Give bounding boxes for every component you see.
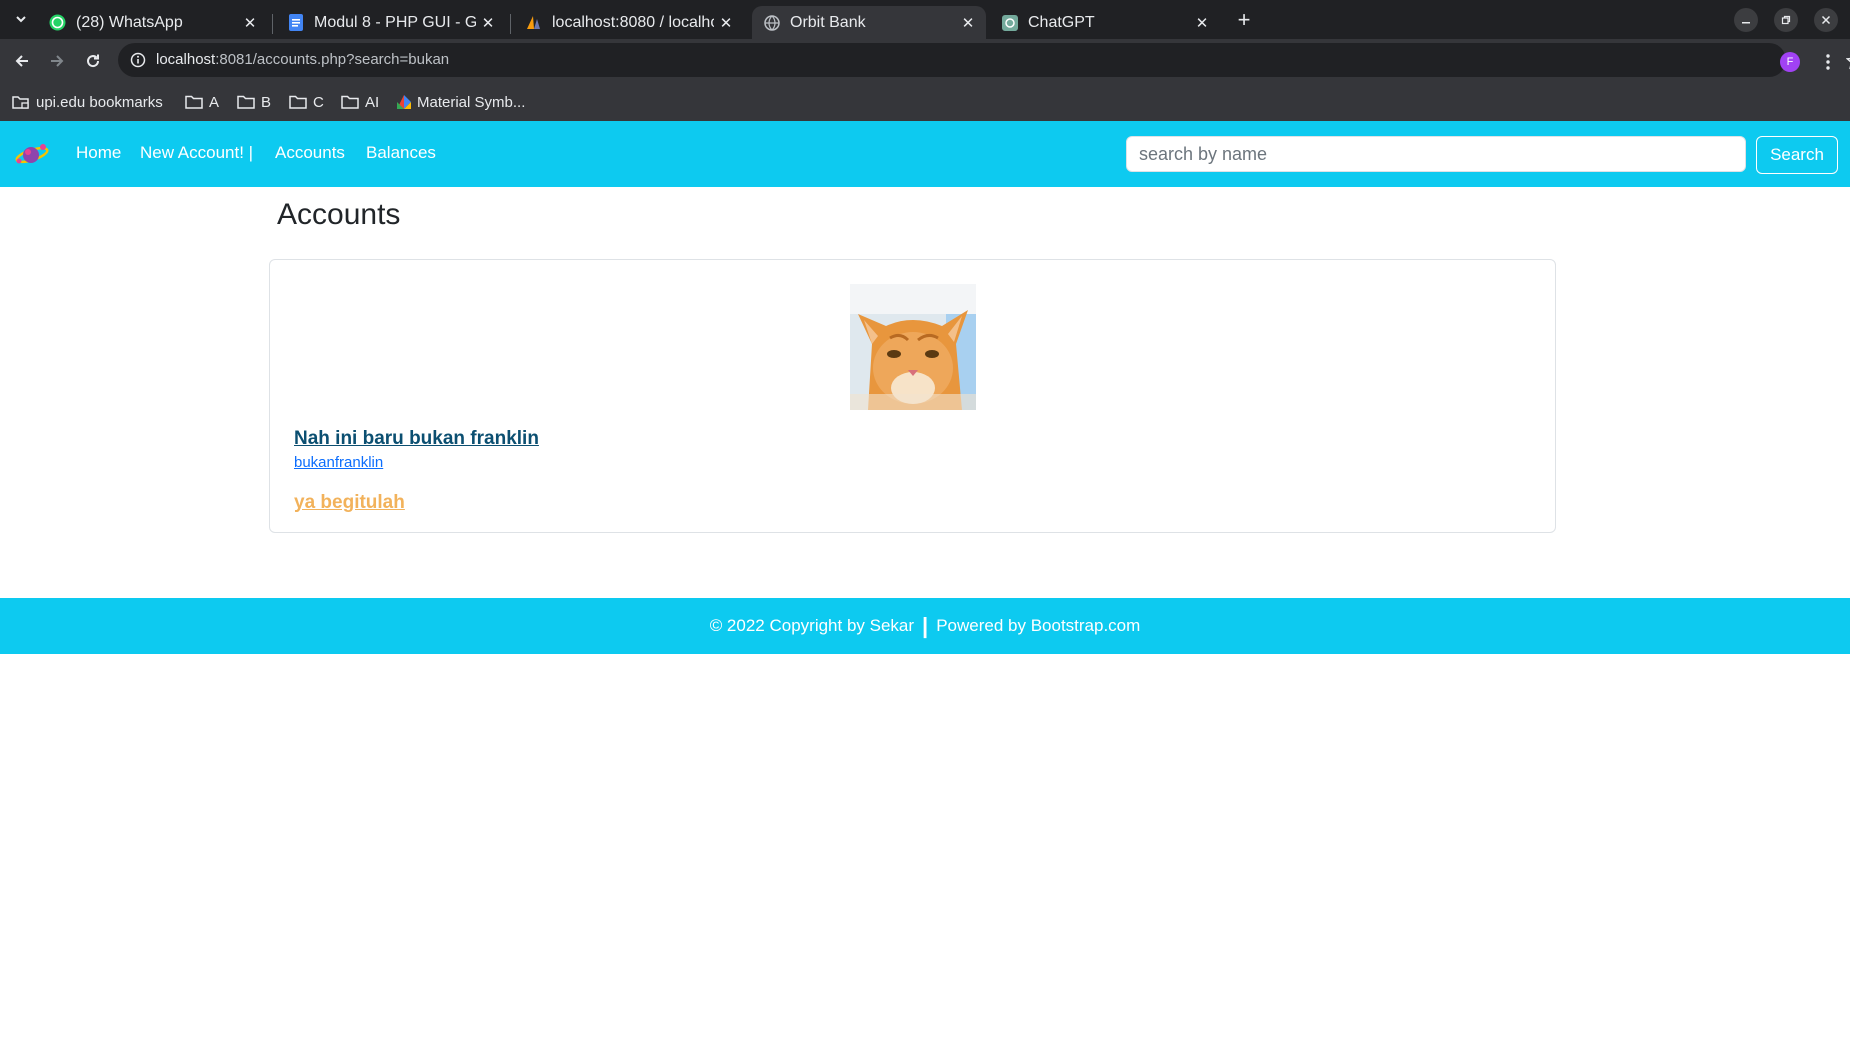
close-icon (1821, 15, 1831, 25)
site-footer: © 2022 Copyright by Sekar | Powered by B… (0, 598, 1850, 654)
url-host: localhost (156, 51, 216, 68)
info-icon[interactable] (130, 52, 146, 68)
close-icon[interactable]: ✕ (956, 11, 980, 35)
nav-balances[interactable]: Balances (366, 143, 436, 163)
managed-folder-icon (12, 95, 30, 110)
url-text: localhost:8081/accounts.php?search=bukan (156, 51, 449, 68)
forward-button[interactable] (41, 45, 73, 77)
material-icon (397, 95, 411, 109)
search-button[interactable]: Search (1756, 136, 1838, 174)
bookmark-label: AI (365, 93, 380, 111)
minimize-icon (1742, 22, 1750, 24)
nav-home[interactable]: Home (76, 143, 121, 163)
close-icon[interactable]: ✕ (1190, 11, 1214, 35)
back-button[interactable] (6, 45, 38, 77)
globe-icon (763, 14, 780, 31)
account-note-link[interactable]: ya begitulah (294, 492, 405, 514)
chatgpt-icon (1001, 14, 1018, 31)
bookmark-folder-a[interactable]: A (185, 91, 219, 113)
reload-icon (87, 54, 100, 68)
arrow-right-icon (51, 55, 64, 67)
tab-title: Modul 8 - PHP GUI - Goo (314, 13, 476, 31)
close-icon[interactable]: ✕ (238, 11, 262, 35)
reload-button[interactable] (77, 45, 109, 77)
browser-tab-docs[interactable]: Modul 8 - PHP GUI - Goo ✕ (276, 6, 506, 39)
tab-title: (28) WhatsApp (76, 13, 183, 31)
tab-title: ChatGPT (1028, 13, 1095, 31)
tab-title: localhost:8080 / localhos (552, 13, 714, 31)
folder-icon (237, 95, 255, 109)
bookmark-folder-ai[interactable]: AI (341, 91, 379, 113)
footer-separator: | (922, 613, 929, 638)
browser-menu-button[interactable] (1818, 50, 1838, 74)
whatsapp-icon (49, 14, 66, 31)
bookmark-folder-b[interactable]: B (237, 91, 271, 113)
star-icon[interactable] (1846, 52, 1850, 70)
browser-tab-bar: (28) WhatsApp ✕ Modul 8 - PHP GUI - Goo … (0, 0, 1850, 39)
close-window-button[interactable] (1814, 8, 1838, 32)
account-card: Nah ini baru bukan franklin bukanfrankli… (269, 259, 1556, 533)
address-bar[interactable]: localhost:8081/accounts.php?search=bukan (118, 43, 1850, 77)
plus-icon: + (1237, 7, 1251, 32)
chevron-down-icon (16, 16, 26, 23)
restore-icon (1781, 15, 1791, 25)
browser-tab-phpmyadmin[interactable]: localhost:8080 / localhos ✕ (514, 6, 744, 39)
nav-new-account[interactable]: New Account! | (140, 143, 253, 163)
browser-toolbar: localhost:8081/accounts.php?search=bukan… (0, 39, 1850, 82)
minimize-button[interactable] (1734, 8, 1758, 32)
tab-divider (272, 14, 273, 34)
orbit-bank-logo[interactable] (14, 139, 50, 169)
folder-icon (185, 95, 203, 109)
footer-copyright: © 2022 Copyright by Sekar (709, 616, 915, 635)
more-vert-icon (1826, 54, 1830, 70)
bookmark-material-symbols[interactable]: Material Symb... (397, 91, 525, 113)
new-tab-button[interactable]: + (1230, 7, 1258, 33)
account-name-link[interactable]: Nah ini baru bukan franklin (294, 428, 539, 450)
search-input[interactable] (1126, 136, 1746, 172)
browser-tab-orbit-bank[interactable]: Orbit Bank ✕ (752, 6, 986, 39)
bookmarks-bar: upi.edu bookmarks A B C AI Material Symb… (0, 82, 1850, 121)
tab-divider (510, 14, 511, 34)
phpmyadmin-icon (525, 14, 542, 31)
bookmark-label: C (313, 93, 324, 111)
bookmark-label: B (261, 93, 272, 111)
close-icon[interactable]: ✕ (476, 11, 500, 35)
account-photo (850, 284, 976, 410)
folder-icon (289, 95, 307, 109)
browser-tab-chatgpt[interactable]: ChatGPT ✕ (990, 6, 1220, 39)
close-icon[interactable]: ✕ (714, 11, 738, 35)
browser-tab-whatsapp[interactable]: (28) WhatsApp ✕ (38, 6, 268, 39)
tab-search-button[interactable] (8, 6, 34, 32)
footer-powered-by: Powered by Bootstrap.com (936, 616, 1141, 635)
site-navbar: Home New Account! | Accounts Balances Se… (0, 121, 1850, 187)
account-username-link[interactable]: bukanfranklin (294, 454, 383, 471)
nav-accounts[interactable]: Accounts (275, 143, 345, 163)
bookmark-label: A (209, 93, 220, 111)
bookmark-label: upi.edu bookmarks (36, 93, 163, 111)
url-path: :8081/accounts.php?search=bukan (215, 51, 450, 68)
bookmark-folder-c[interactable]: C (289, 91, 324, 113)
bookmark-upi-edu[interactable]: upi.edu bookmarks (12, 91, 163, 113)
folder-icon (341, 95, 359, 109)
profile-avatar[interactable]: F (1780, 52, 1800, 72)
tab-title: Orbit Bank (790, 13, 866, 31)
restore-button[interactable] (1774, 8, 1798, 32)
arrow-left-icon (15, 55, 28, 67)
page-title: Accounts (277, 198, 401, 231)
bookmark-label: Material Symb... (417, 93, 526, 111)
docs-icon (287, 14, 304, 31)
